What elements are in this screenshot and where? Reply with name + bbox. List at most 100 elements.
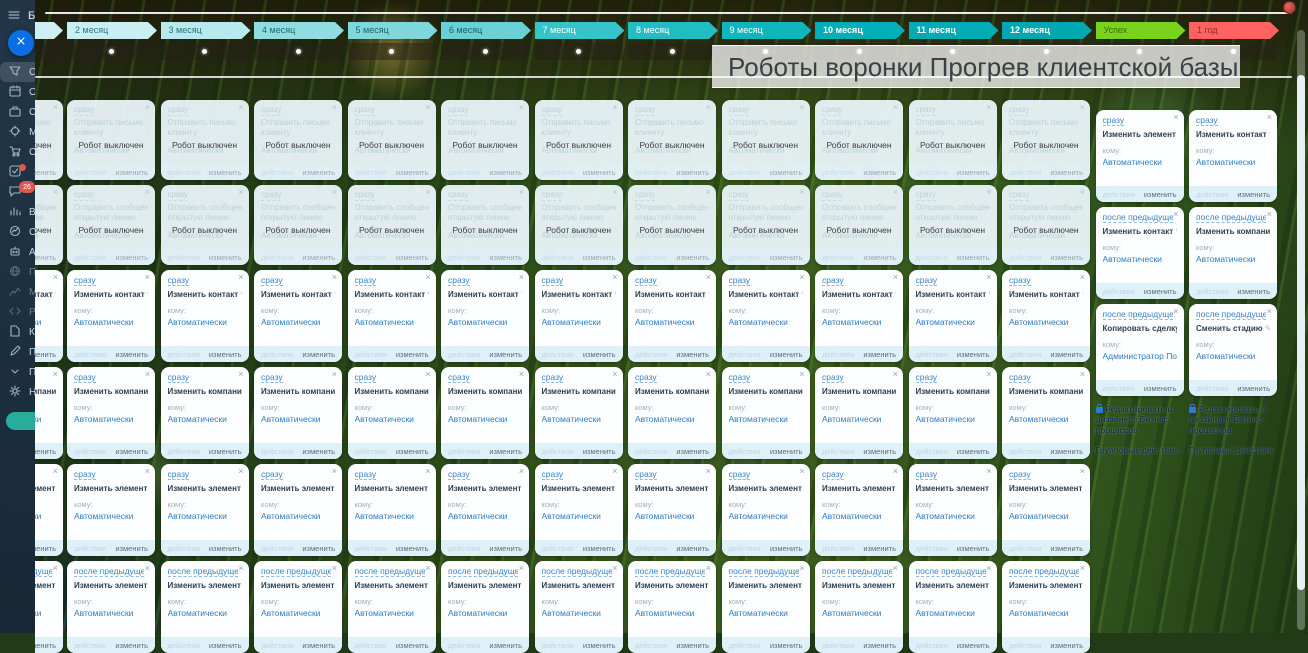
robot-trigger-link[interactable]: сразу bbox=[1009, 372, 1031, 383]
card-close-icon[interactable]: × bbox=[799, 102, 804, 112]
robot-edit-link[interactable]: изменить bbox=[770, 447, 803, 456]
robot-trigger-link[interactable]: сразу bbox=[729, 372, 751, 383]
sidebar-item-9[interactable]: А bbox=[0, 242, 35, 262]
card-close-icon[interactable]: × bbox=[799, 369, 804, 379]
group-actions-link[interactable]: Групповые действия bbox=[1096, 446, 1184, 456]
robot-assignee-link[interactable]: Автоматически bbox=[35, 608, 56, 618]
card-close-icon[interactable]: × bbox=[238, 466, 243, 476]
robot-assignee-link[interactable]: Автоматически bbox=[74, 608, 148, 618]
robot-actions-link[interactable]: действия bbox=[729, 168, 761, 177]
stage-tab-Успех[interactable]: Успех bbox=[1096, 22, 1186, 39]
robot-actions-link[interactable]: действия bbox=[261, 641, 293, 650]
sidebar-item-8[interactable]: С bbox=[0, 222, 35, 242]
robot-trigger-link[interactable]: сразу bbox=[168, 190, 188, 201]
card-close-icon[interactable]: × bbox=[1173, 306, 1178, 316]
edit-pencil-icon[interactable]: ✎ bbox=[147, 290, 148, 299]
robot-trigger-link[interactable]: после предыдущего bbox=[1196, 212, 1266, 223]
card-close-icon[interactable]: × bbox=[519, 102, 524, 112]
designer-link[interactable]: Редактировать в дизайнере Бизнес-процесс… bbox=[1189, 405, 1277, 436]
robot-actions-link[interactable]: действия bbox=[74, 641, 106, 650]
robot-edit-link[interactable]: изменить bbox=[302, 544, 335, 553]
stage-add-strip[interactable] bbox=[441, 43, 529, 60]
robot-assignee-link[interactable]: Автоматически bbox=[1196, 157, 1270, 167]
robot-edit-link[interactable]: изменить bbox=[115, 544, 148, 553]
robot-edit-link[interactable]: изменить bbox=[209, 168, 242, 177]
card-close-icon[interactable]: × bbox=[893, 563, 898, 573]
card-close-icon[interactable]: × bbox=[706, 563, 711, 573]
robot-assignee-link[interactable]: Автоматически bbox=[1103, 157, 1177, 167]
robot-action-link[interactable]: Изменить контакт✎ bbox=[35, 290, 56, 299]
card-close-icon[interactable]: × bbox=[612, 369, 617, 379]
robot-trigger-link[interactable]: после предыдущего, п... bbox=[448, 566, 518, 577]
card-close-icon[interactable]: × bbox=[332, 369, 337, 379]
robot-action-link[interactable]: Сменить стадию✎ bbox=[1196, 324, 1270, 333]
card-close-icon[interactable]: × bbox=[332, 272, 337, 282]
robot-edit-link[interactable]: изменить bbox=[35, 350, 56, 359]
robot-trigger-link[interactable]: сразу bbox=[74, 105, 94, 116]
robot-actions-link[interactable]: действия bbox=[916, 168, 948, 177]
robot-assignee-link[interactable]: Автоматически bbox=[916, 317, 990, 327]
robot-actions-link[interactable]: действия bbox=[74, 447, 106, 456]
robot-assignee-link[interactable]: Автоматически bbox=[729, 608, 803, 618]
robot-trigger-link[interactable]: сразу bbox=[355, 372, 377, 383]
robot-edit-link[interactable]: изменить bbox=[35, 544, 56, 553]
robot-trigger-link[interactable]: сразу bbox=[542, 190, 562, 201]
card-close-icon[interactable]: × bbox=[145, 466, 150, 476]
robot-trigger-link[interactable]: после предыдущего bbox=[1196, 309, 1266, 320]
robot-action-link[interactable]: Изменить элемент✎ bbox=[261, 581, 335, 590]
robot-action-link[interactable]: Изменить контакт✎ bbox=[916, 290, 990, 299]
robot-assignee-link[interactable]: Автоматически bbox=[1009, 608, 1083, 618]
stage-tab-2 месяц[interactable]: 2 месяц bbox=[67, 22, 157, 39]
card-close-icon[interactable]: × bbox=[706, 187, 711, 197]
robot-actions-link[interactable]: действия bbox=[261, 447, 293, 456]
robot-action-link[interactable]: Изменить компанию✎ bbox=[822, 387, 896, 396]
robot-trigger-link[interactable]: сразу bbox=[729, 190, 749, 201]
edit-pencil-icon[interactable]: ✎ bbox=[1269, 130, 1270, 139]
robot-assignee-link[interactable]: Автоматически bbox=[916, 414, 990, 424]
robot-trigger-link[interactable]: после предыдущего, п... bbox=[168, 566, 238, 577]
card-close-icon[interactable]: × bbox=[238, 187, 243, 197]
robot-assignee-link[interactable]: Автоматически bbox=[74, 511, 148, 521]
sidebar-item-5[interactable]: З bbox=[0, 162, 35, 182]
robot-action-link[interactable]: Изменить компанию✎ bbox=[1009, 387, 1083, 396]
sidebar-item-14[interactable]: П bbox=[0, 342, 35, 362]
robot-assignee-link[interactable]: Автоматически bbox=[448, 608, 522, 618]
robot-action-link[interactable]: Изменить компанию✎ bbox=[74, 387, 148, 396]
robot-trigger-link[interactable]: сразу bbox=[168, 275, 190, 286]
robot-trigger-link[interactable]: сразу bbox=[1009, 469, 1031, 480]
card-close-icon[interactable]: × bbox=[332, 102, 337, 112]
robot-assignee-link[interactable]: Автоматически bbox=[822, 608, 896, 618]
robot-trigger-link[interactable]: после предыдущего, п... bbox=[729, 566, 799, 577]
robot-edit-link[interactable]: изменить bbox=[1050, 641, 1083, 650]
robot-actions-link[interactable]: действия bbox=[542, 544, 574, 553]
robot-trigger-link[interactable]: сразу bbox=[729, 275, 751, 286]
stage-add-strip[interactable] bbox=[535, 43, 623, 60]
stage-tab-6 месяц[interactable]: 6 месяц bbox=[441, 22, 531, 39]
robot-actions-link[interactable]: действия bbox=[729, 253, 761, 262]
robot-edit-link[interactable]: изменить bbox=[489, 253, 522, 262]
robot-edit-link[interactable]: изменить bbox=[676, 544, 709, 553]
stage-tab-9 месяц[interactable]: 9 месяц bbox=[722, 22, 812, 39]
robot-action-link[interactable]: Изменить элемент✎ bbox=[35, 484, 56, 493]
robot-action-link[interactable]: Изменить контакт✎ bbox=[635, 290, 709, 299]
robot-assignee-link[interactable]: Автоматически bbox=[1009, 317, 1083, 327]
designer-link[interactable]: Редактировать в дизайнере Бизнес-процесс… bbox=[1096, 405, 1184, 436]
card-close-icon[interactable]: × bbox=[893, 102, 898, 112]
card-close-icon[interactable]: × bbox=[519, 466, 524, 476]
robot-action-link[interactable]: Изменить компанию✎ bbox=[542, 387, 616, 396]
card-close-icon[interactable]: × bbox=[893, 369, 898, 379]
robot-edit-link[interactable]: изменить bbox=[489, 350, 522, 359]
robot-assignee-link[interactable]: Автоматически bbox=[635, 511, 709, 521]
robot-assignee-link[interactable]: Автоматически bbox=[822, 511, 896, 521]
robot-edit-link[interactable]: изменить bbox=[770, 253, 803, 262]
sidebar-item-16[interactable]: Н bbox=[0, 382, 35, 402]
robot-actions-link[interactable]: действия bbox=[1103, 384, 1135, 393]
edit-pencil-icon[interactable]: ✎ bbox=[801, 290, 802, 299]
robot-trigger-link[interactable]: после предыдущего, п... bbox=[261, 566, 331, 577]
card-close-icon[interactable]: × bbox=[612, 187, 617, 197]
robot-action-link[interactable]: Изменить элемент✎ bbox=[542, 581, 616, 590]
robot-action-link[interactable]: Изменить элемент✎ bbox=[916, 484, 990, 493]
card-close-icon[interactable]: × bbox=[612, 102, 617, 112]
robot-edit-link[interactable]: изменить bbox=[863, 544, 896, 553]
edit-pencil-icon[interactable]: ✎ bbox=[427, 290, 428, 299]
